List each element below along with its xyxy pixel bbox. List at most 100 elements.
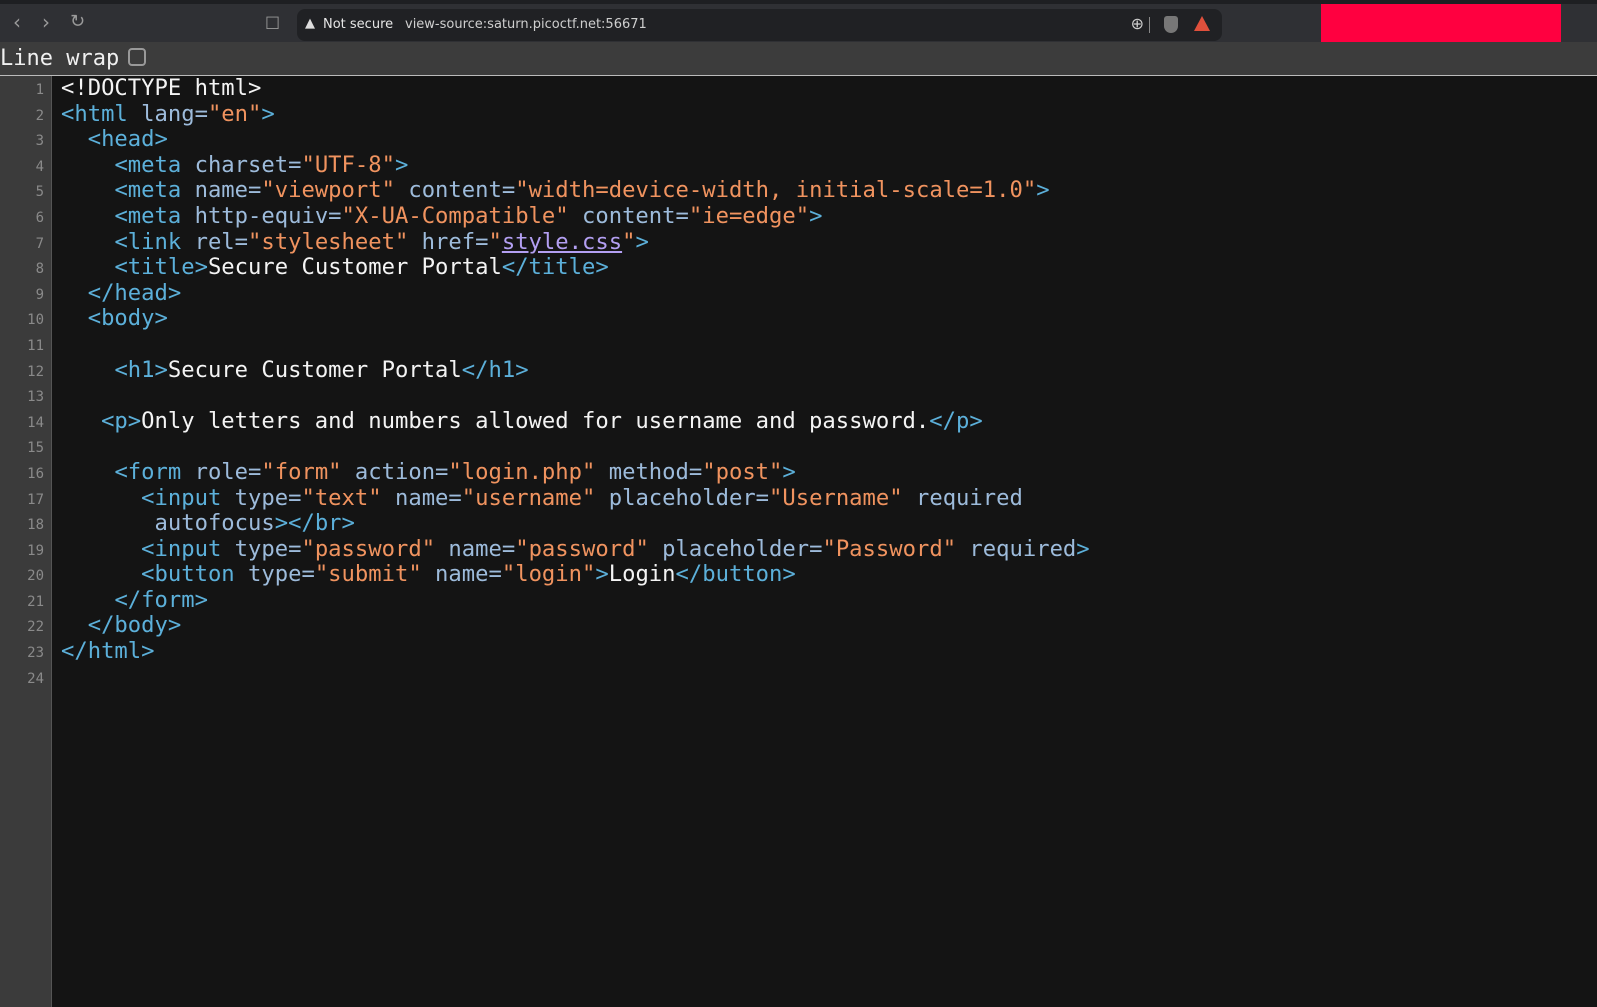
html-tag: <meta [114, 202, 195, 229]
line-number: 21 [27, 593, 44, 610]
line-wrap-label: Line wrap [0, 46, 120, 71]
line-source: <html lang="en"> [61, 100, 275, 128]
line-number: 2 [35, 107, 44, 124]
html-tag: </h1> [461, 356, 529, 383]
divider [1149, 17, 1150, 33]
text-content [61, 229, 114, 255]
back-icon[interactable]: ‹ [13, 10, 21, 34]
text-content: Login [608, 561, 676, 588]
stylesheet-link[interactable]: style.css [502, 229, 622, 255]
source-line: 5 <meta name="viewport" content="width=d… [0, 178, 1597, 204]
html-tag: </html> [61, 638, 155, 665]
attribute-name: placeholder= [595, 484, 770, 511]
source-line: 13 [0, 383, 1597, 409]
line-number: 11 [27, 337, 44, 354]
zoom-icon[interactable]: ⊕ [1131, 14, 1144, 33]
view-source-toolbar: Line wrap [0, 42, 1597, 76]
line-source: </body> [61, 612, 182, 639]
html-tag: > [782, 458, 796, 485]
attribute-name: name= [435, 535, 516, 562]
source-line: 21 </form> [0, 587, 1597, 614]
text-content [61, 280, 88, 306]
source-line: 8 <title>Secure Customer Portal</title> [0, 254, 1597, 281]
attribute-name: required [902, 484, 1023, 511]
line-wrap-checkbox[interactable] [128, 48, 146, 66]
attribute-value: "form" [261, 458, 342, 485]
html-tag: <meta [114, 151, 195, 178]
attribute-name: placeholder= [648, 535, 823, 562]
line-number: 4 [35, 158, 44, 175]
attribute-name: name= [421, 561, 502, 588]
attribute-value: "text" [301, 484, 382, 511]
line-number: 18 [27, 517, 44, 534]
security-label[interactable]: Not secure [323, 17, 393, 32]
attribute-value: "Username" [769, 484, 903, 511]
attribute-value: "username" [461, 484, 596, 511]
text-content [61, 485, 141, 511]
attribute-value: "password" [301, 535, 436, 562]
source-line: 6 <meta http-equiv="X-UA-Compatible" con… [0, 202, 1597, 230]
attribute-name: content= [568, 202, 689, 229]
reload-icon[interactable]: ↻ [70, 11, 85, 32]
line-source: </form> [61, 587, 208, 614]
source-line: 2 <html lang="en"> [0, 100, 1597, 128]
html-tag: > [809, 202, 823, 229]
source-line: 1 <!DOCTYPE html> [0, 75, 1597, 102]
attribute-value: "submit" [314, 561, 422, 588]
source-line: 18 autofocus></br> [0, 510, 1597, 537]
line-number: 7 [35, 235, 44, 252]
html-tag: <body> [87, 305, 168, 332]
source-line: 15 [0, 434, 1597, 460]
line-source: <h1>Secure Customer Portal</h1> [61, 356, 529, 384]
text-content: Secure Customer Portal [167, 356, 462, 383]
attribute-name: content= [394, 177, 516, 204]
line-number: 19 [27, 542, 44, 559]
html-tag: > [1076, 535, 1090, 562]
source-line: 12 <h1>Secure Customer Portal</h1> [0, 356, 1597, 384]
brave-rewards-icon[interactable] [1194, 16, 1210, 31]
attribute-value: "stylesheet" [248, 228, 409, 255]
line-number: 22 [27, 619, 44, 636]
html-tag: <meta [114, 177, 195, 204]
line-number: 1 [35, 82, 44, 98]
source-line: 17 <input type="text" name="username" pl… [0, 484, 1597, 512]
attribute-value: "viewport" [261, 177, 395, 204]
attribute-value: " [622, 228, 636, 255]
text-content [61, 152, 114, 178]
source-line: 10 <body> [0, 306, 1597, 332]
line-number: 9 [35, 286, 44, 303]
url-text[interactable]: view-source:saturn.picoctf.net:56671 [405, 17, 647, 32]
html-tag: > [261, 100, 275, 127]
attribute-name: rel= [194, 228, 249, 255]
line-number: 16 [27, 465, 44, 482]
brave-shields-icon[interactable] [1164, 16, 1178, 33]
bookmark-icon[interactable]: □ [265, 12, 280, 31]
attribute-value: "login.php" [448, 458, 596, 485]
line-number: 23 [27, 645, 44, 662]
attribute-name: href= [408, 228, 489, 255]
text-content [61, 612, 88, 638]
attribute-value: " [488, 228, 502, 255]
attribute-value: "X-UA-Compatible" [341, 202, 569, 229]
html-tag: <html [61, 100, 142, 127]
text-content [61, 357, 114, 383]
forward-icon[interactable]: › [42, 10, 50, 34]
source-line: 4 <meta charset="UTF-8"> [0, 151, 1597, 179]
line-source: <head> [61, 126, 168, 153]
source-line: 24 [0, 665, 1597, 691]
warning-icon: ▲ [305, 16, 315, 31]
source-line: 7 <link rel="stylesheet" href="style.css… [0, 228, 1597, 256]
text-content: Secure Customer Portal [207, 254, 502, 281]
address-bar[interactable]: ▲ Not secure view-source:saturn.picoctf.… [297, 9, 1222, 41]
attribute-name: lang= [141, 100, 208, 127]
line-source: <input type="text" name="username" place… [61, 484, 1023, 512]
text-content: <!DOCTYPE html> [61, 75, 262, 101]
text-content [61, 587, 114, 613]
html-tag: <h1> [114, 356, 168, 383]
line-number: 17 [27, 491, 44, 508]
line-source: <title>Secure Customer Portal</title> [61, 254, 608, 281]
line-number: 10 [27, 312, 44, 329]
line-source: </html> [61, 638, 155, 665]
attribute-value: "post" [702, 458, 783, 485]
text-content [61, 561, 141, 587]
